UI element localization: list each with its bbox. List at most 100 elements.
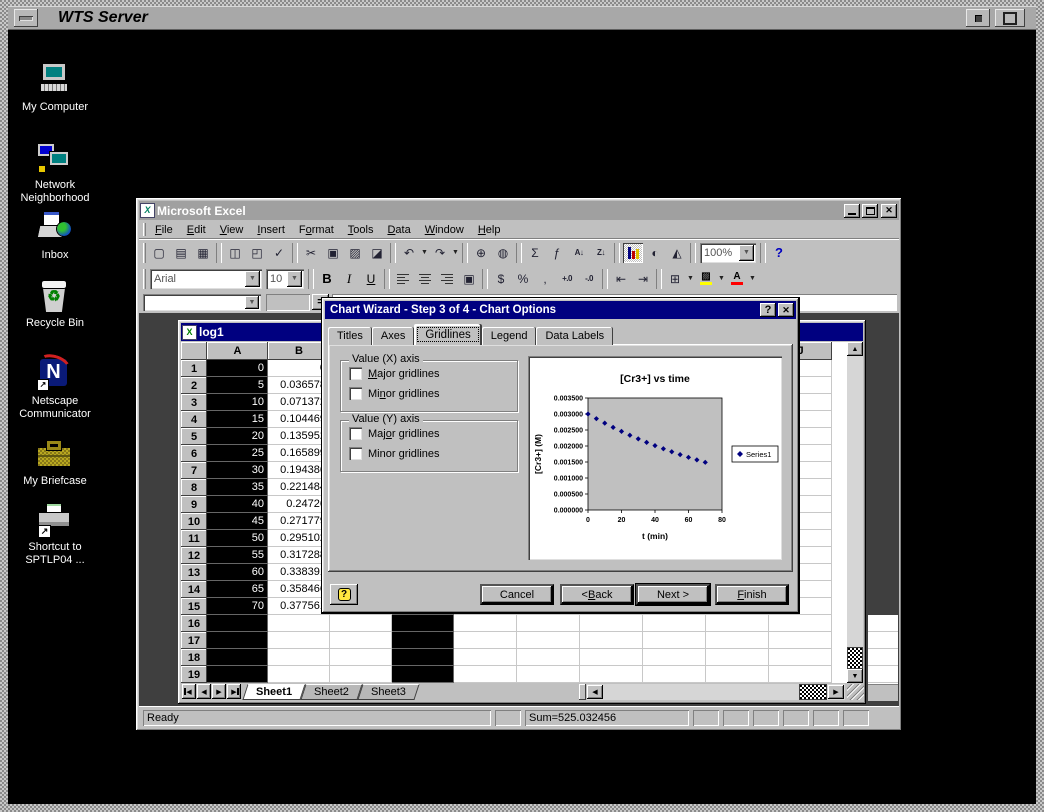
cell-c18[interactable] — [330, 649, 392, 666]
cell-c17[interactable] — [330, 632, 392, 649]
insert-hyperlink-icon[interactable]: ⊕ — [471, 243, 491, 263]
row-header-14[interactable]: 14 — [181, 581, 207, 598]
cell-g18[interactable] — [580, 649, 643, 666]
cell-g17[interactable] — [580, 632, 643, 649]
sort-ascending-icon[interactable]: A↓ — [569, 243, 589, 263]
cell-c19[interactable] — [330, 666, 392, 683]
redo-icon[interactable]: ↷ — [430, 243, 450, 263]
font-name-combo[interactable]: Arial▼ — [150, 269, 262, 289]
checkbox-major-gridlines[interactable] — [349, 367, 362, 380]
cell-a1[interactable]: 0 — [207, 360, 268, 377]
cell-j17[interactable] — [769, 632, 832, 649]
desktop-icon-network-neighborhood[interactable]: NetworkNeighborhood — [12, 142, 98, 205]
row-header-19[interactable]: 19 — [181, 666, 207, 683]
cell-j16[interactable] — [769, 615, 832, 632]
cell-e18[interactable] — [454, 649, 517, 666]
row-header-12[interactable]: 12 — [181, 547, 207, 564]
zoom-combo[interactable]: 100%▼ — [700, 243, 756, 263]
tab-axes[interactable]: Axes — [372, 327, 414, 345]
font-name-combo-dropdown-icon[interactable]: ▼ — [245, 271, 260, 287]
tab-gridlines[interactable]: Gridlines — [414, 324, 481, 345]
decrease-indent-icon[interactable]: ⇤ — [611, 269, 631, 289]
cell-f17[interactable] — [517, 632, 580, 649]
cell-a6[interactable]: 25 — [207, 445, 268, 462]
print-icon[interactable]: ◫ — [225, 243, 245, 263]
previous-sheet-button[interactable]: ◀ — [197, 684, 211, 699]
finish-button[interactable]: Finish — [715, 584, 789, 605]
font-color-icon[interactable]: A — [727, 269, 747, 289]
checkbox-major-gridlines[interactable] — [349, 427, 362, 440]
menu-edit[interactable]: Edit — [180, 222, 213, 238]
tab-split-handle[interactable] — [579, 684, 586, 700]
cancel-button[interactable]: Cancel — [480, 584, 554, 605]
redo-icon-dropdown-icon[interactable]: ▼ — [451, 243, 460, 263]
drawing-icon[interactable]: ◭ — [667, 243, 687, 263]
minimize-button[interactable] — [844, 204, 860, 218]
tab-legend[interactable]: Legend — [482, 327, 537, 345]
cell-a5[interactable]: 20 — [207, 428, 268, 445]
sheet-tab-sheet1[interactable]: Sheet1 — [242, 684, 305, 700]
open-icon[interactable]: ▤ — [171, 243, 191, 263]
cell-b3[interactable]: 0.071372 — [268, 394, 330, 411]
cell-a11[interactable]: 50 — [207, 530, 268, 547]
row-header-9[interactable]: 9 — [181, 496, 207, 513]
fill-color-icon[interactable]: ▨ — [696, 269, 716, 289]
copy-icon[interactable]: ▣ — [323, 243, 343, 263]
percent-icon[interactable]: % — [513, 269, 533, 289]
row-header-6[interactable]: 6 — [181, 445, 207, 462]
horizontal-scroll-thumb[interactable] — [800, 685, 826, 699]
cell-h18[interactable] — [643, 649, 706, 666]
dialog-close-button[interactable]: ✕ — [778, 303, 794, 317]
cell-a10[interactable]: 45 — [207, 513, 268, 530]
row-header-8[interactable]: 8 — [181, 479, 207, 496]
row-header-18[interactable]: 18 — [181, 649, 207, 666]
checkbox-minor-gridlines[interactable] — [349, 447, 362, 460]
name-box-dropdown-icon[interactable]: ▼ — [245, 296, 259, 309]
cell-i16[interactable] — [706, 615, 769, 632]
font-color-icon-dropdown-icon[interactable]: ▼ — [748, 269, 757, 289]
cell-b7[interactable]: 0.194386 — [268, 462, 330, 479]
cell-a4[interactable]: 15 — [207, 411, 268, 428]
cell-a9[interactable]: 40 — [207, 496, 268, 513]
select-all-corner[interactable] — [181, 342, 207, 360]
undo-icon-dropdown-icon[interactable]: ▼ — [420, 243, 429, 263]
cell-h17[interactable] — [643, 632, 706, 649]
tab-data-labels[interactable]: Data Labels — [536, 327, 613, 345]
comma-icon[interactable]: , — [535, 269, 555, 289]
cell-h16[interactable] — [643, 615, 706, 632]
cell-b1[interactable]: 0 — [268, 360, 330, 377]
wts-menu-button[interactable] — [14, 9, 38, 27]
row-header-3[interactable]: 3 — [181, 394, 207, 411]
next-sheet-button[interactable]: ▶ — [212, 684, 226, 699]
cell-b10[interactable]: 0.271779 — [268, 513, 330, 530]
cell-b19[interactable] — [268, 666, 330, 683]
desktop-icon-shortcut-sptlp04[interactable]: ↗Shortcut toSPTLP04 ... — [12, 504, 98, 567]
cell-b5[interactable]: 0.135952 — [268, 428, 330, 445]
resize-grip[interactable] — [847, 684, 864, 700]
tab-titles[interactable]: Titles — [328, 327, 372, 345]
menu-file[interactable]: File — [148, 222, 180, 238]
menu-view[interactable]: View — [213, 222, 251, 238]
cell-i18[interactable] — [706, 649, 769, 666]
cell-b14[interactable]: 0.358466 — [268, 581, 330, 598]
column-header-a[interactable]: A — [207, 342, 268, 360]
cell-b16[interactable] — [268, 615, 330, 632]
print-preview-icon[interactable]: ◰ — [247, 243, 267, 263]
vertical-scroll-thumb[interactable] — [848, 648, 862, 668]
scroll-down-button[interactable]: ▼ — [847, 669, 863, 683]
row-header-4[interactable]: 4 — [181, 411, 207, 428]
zoom-combo-dropdown-icon[interactable]: ▼ — [739, 245, 754, 261]
cell-a2[interactable]: 5 — [207, 377, 268, 394]
sort-descending-icon[interactable]: Z↓ — [591, 243, 611, 263]
menu-tools[interactable]: Tools — [341, 222, 381, 238]
menu-window[interactable]: Window — [418, 222, 471, 238]
vertical-scrollbar[interactable]: ▲ ▼ — [847, 342, 863, 683]
close-button[interactable]: ✕ — [881, 204, 897, 218]
paste-icon[interactable]: ▨ — [345, 243, 365, 263]
fill-color-icon-dropdown-icon[interactable]: ▼ — [717, 269, 726, 289]
office-assistant-icon[interactable]: ? — [769, 243, 789, 263]
bold-icon[interactable]: B — [317, 269, 337, 289]
next-button[interactable]: Next > — [636, 584, 710, 605]
cell-b12[interactable]: 0.317288 — [268, 547, 330, 564]
menu-insert[interactable]: Insert — [250, 222, 292, 238]
